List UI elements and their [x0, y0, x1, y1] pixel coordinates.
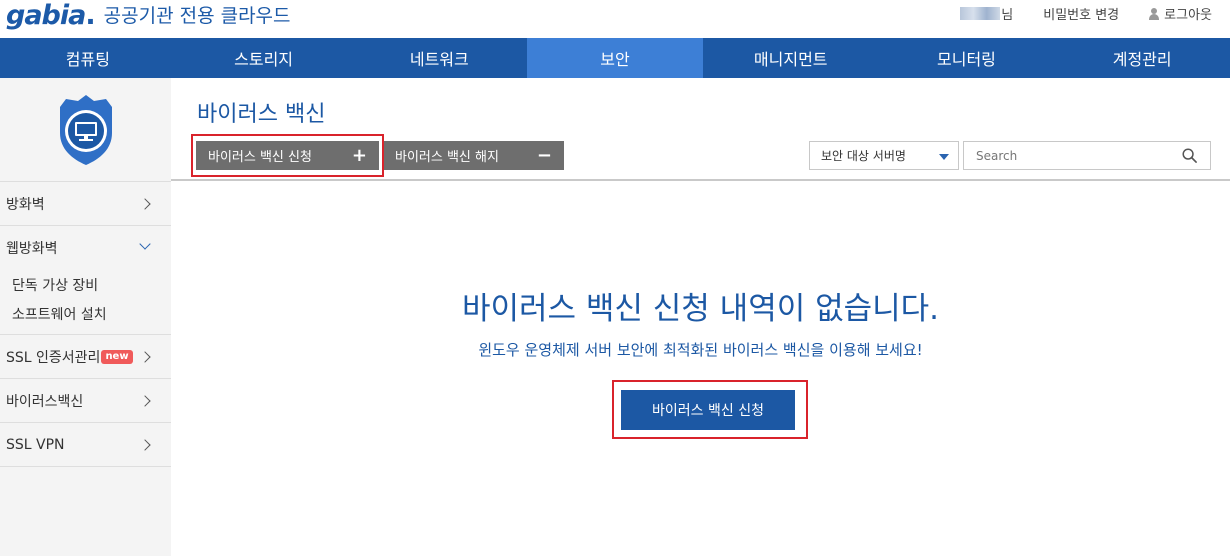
sidebar-item-label: 웹방화벽	[6, 241, 58, 257]
server-name-select[interactable]: 보안 대상 서버명	[809, 141, 959, 170]
minus-icon: −	[536, 144, 552, 166]
sidebar-item-label: 바이러스백신	[6, 393, 84, 410]
nav-item-security[interactable]: 보안	[527, 38, 703, 78]
shield-monitor-icon	[59, 94, 112, 165]
chevron-right-icon	[139, 197, 151, 210]
sidebar-header	[0, 78, 171, 181]
sidebar-item-firewall[interactable]: 방화벽	[0, 181, 171, 225]
sidebar-item-label: SSL 인증서관리	[6, 349, 101, 366]
nav-item-management[interactable]: 매니지먼트	[703, 38, 879, 78]
empty-state-title: 바이러스 백신 신청 내역이 없습니다.	[461, 291, 940, 327]
sidebar-item-ssl-vpn[interactable]: SSL VPN	[0, 422, 171, 466]
apply-button-label: 바이러스 백신 신청	[208, 150, 312, 165]
sidebar: 방화벽 웹방화벽 단독 가상 장비 소프트웨어 설치 SSL 인증서관리 new …	[0, 78, 171, 556]
empty-state-subtitle: 윈도우 운영체제 서버 보안에 최적화된 바이러스 백신을 이용해 보세요!	[478, 341, 923, 359]
nav-item-storage[interactable]: 스토리지	[176, 38, 352, 78]
chevron-right-icon	[139, 350, 151, 363]
sidebar-group-waf: 웹방화벽 단독 가상 장비 소프트웨어 설치	[0, 225, 171, 334]
logout-link[interactable]: 로그아웃	[1149, 4, 1212, 23]
logo[interactable]: gabia. 공공기관 전용 클라우드	[6, 0, 291, 31]
person-icon	[1149, 8, 1160, 20]
main-nav: 컴퓨팅 스토리지 네트워크 보안 매니지먼트 모니터링 계정관리	[0, 38, 1230, 78]
select-value: 보안 대상 서버명	[821, 149, 906, 163]
nav-item-monitoring[interactable]: 모니터링	[879, 38, 1055, 78]
chevron-down-icon	[139, 238, 151, 251]
sidebar-item-label: 방화벽	[6, 196, 45, 213]
search-icon[interactable]	[1182, 148, 1197, 163]
chevron-right-icon	[139, 438, 151, 451]
logo-subtitle: 공공기관 전용 클라우드	[103, 5, 291, 27]
top-right-menu: 님 비밀번호 변경 로그아웃	[960, 4, 1212, 23]
page-title: 바이러스 백신	[197, 102, 326, 127]
sidebar-item-ssl-cert[interactable]: SSL 인증서관리 new	[0, 334, 171, 378]
logo-dot: .	[85, 0, 96, 31]
apply-antivirus-cta-button[interactable]: 바이러스 백신 신청	[621, 390, 795, 430]
logo-wordmark: gabia	[6, 0, 86, 31]
plus-icon: +	[351, 144, 367, 166]
sidebar-item-web-firewall[interactable]: 웹방화벽	[0, 226, 171, 270]
sidebar-item-label: SSL VPN	[6, 436, 65, 453]
apply-antivirus-button[interactable]: 바이러스 백신 신청 +	[196, 141, 379, 170]
cancel-button-label: 바이러스 백신 해지	[395, 150, 499, 165]
change-password-link[interactable]: 비밀번호 변경	[1043, 4, 1119, 23]
caret-down-icon	[939, 154, 949, 160]
top-bar: gabia. 공공기관 전용 클라우드 님 비밀번호 변경 로그아웃	[0, 0, 1230, 38]
sidebar-subitem-dedicated-appliance[interactable]: 단독 가상 장비	[0, 270, 171, 299]
sidebar-divider	[0, 466, 171, 467]
sidebar-item-antivirus[interactable]: 바이러스백신	[0, 378, 171, 422]
nav-item-network[interactable]: 네트워크	[351, 38, 527, 78]
new-badge: new	[101, 349, 133, 364]
chevron-right-icon	[139, 394, 151, 407]
nav-item-computing[interactable]: 컴퓨팅	[0, 38, 176, 78]
search-input[interactable]	[964, 142, 1164, 169]
sidebar-subitem-software-install[interactable]: 소프트웨어 설치	[0, 299, 171, 328]
search-box	[963, 141, 1211, 170]
user-suffix: 님	[1001, 8, 1014, 23]
logout-label: 로그아웃	[1164, 8, 1212, 23]
nav-item-account[interactable]: 계정관리	[1054, 38, 1230, 78]
content-divider	[171, 179, 1230, 181]
user-name-redacted	[960, 7, 1001, 20]
cancel-antivirus-button[interactable]: 바이러스 백신 해지 −	[384, 141, 564, 170]
